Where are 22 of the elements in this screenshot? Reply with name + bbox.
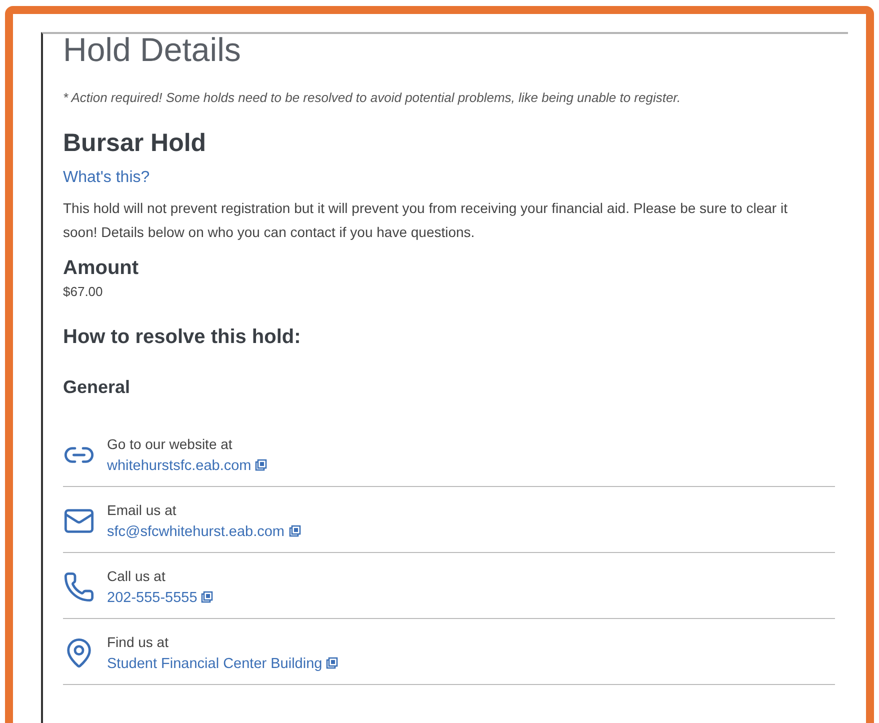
phone-icon: [63, 570, 95, 602]
external-link-icon: [201, 590, 214, 602]
contact-label: Call us at: [107, 566, 166, 586]
page-title: Hold Details: [63, 32, 242, 68]
contact-link[interactable]: 202-555-5555: [107, 590, 198, 606]
external-link-icon: [255, 458, 268, 470]
external-link-icon: [326, 656, 338, 668]
resolve-heading: How to resolve this hold:: [63, 325, 302, 349]
contact-link[interactable]: whitehurstsfc.eab.com: [107, 458, 252, 474]
external-link-icon: [288, 524, 301, 536]
contact-link[interactable]: sfc@sfcwhitehurst.eab.com: [107, 524, 285, 540]
hold-description: This hold will not prevent registration but it will prevent you from receiving your financial aid. Please be sure to clear it soon! Details below on who you can contact if you have questions.: [63, 198, 788, 242]
contact-label: Email us at: [107, 500, 178, 520]
amount-value: $67.00: [63, 282, 104, 300]
contact-link[interactable]: Student Financial Center Building: [107, 656, 322, 672]
contact-label: Go to our website at: [107, 434, 234, 454]
help-link[interactable]: What's this?: [63, 166, 150, 190]
hold-title: Bursar Hold: [63, 128, 208, 158]
amount-label: Amount: [63, 256, 140, 280]
section-heading: General: [63, 376, 132, 399]
contact-label: Find us at: [107, 632, 170, 652]
notice-text: * Action required! Some holds need to be resolved to avoid potential problems, like being unable to register.: [63, 89, 682, 107]
